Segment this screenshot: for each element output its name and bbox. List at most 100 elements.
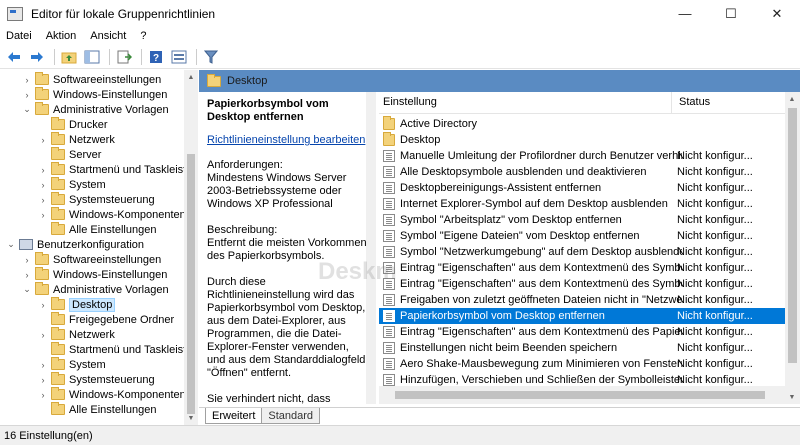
chevron-right-icon[interactable]: › (22, 255, 32, 265)
chevron-right-icon[interactable]: › (22, 90, 32, 100)
menu-help[interactable]: ? (140, 30, 146, 42)
description-scrollbar[interactable] (366, 92, 376, 404)
menu-aktion[interactable]: Aktion (46, 30, 77, 42)
tree-item[interactable]: › Windows-Einstellungen (22, 87, 167, 102)
folder-icon (51, 147, 65, 160)
tree-item[interactable]: ⌄ Administrative Vorlagen (22, 102, 169, 117)
tree-item[interactable]: Startmenü und Taskleiste (38, 342, 192, 357)
policy-row[interactable]: Desktopbereinigungs-Assistent entfernen N… (379, 180, 785, 196)
policy-row[interactable]: Alle Desktopsymbole ausblenden und deakt… (379, 164, 785, 180)
tree-item-label: Administrative Vorlagen (53, 283, 169, 296)
edit-policy-link[interactable]: Richtlinieneinstellung bearbeiten (207, 134, 367, 147)
chevron-right-icon[interactable]: › (38, 390, 48, 400)
chevron-down-icon[interactable]: ⌄ (22, 284, 32, 295)
tree-item[interactable]: Freigegebene Ordner (38, 312, 174, 327)
chevron-right-icon[interactable]: › (38, 165, 48, 175)
horizontal-scrollbar[interactable] (379, 386, 785, 404)
chevron-right-icon[interactable]: › (22, 270, 32, 280)
tree-item[interactable]: ⌄ Administrative Vorlagen (22, 282, 169, 297)
toolbar: ? (0, 45, 800, 69)
policy-row[interactable]: Symbol "Eigene Dateien" vom Desktop entf… (379, 228, 785, 244)
forward-button[interactable] (27, 47, 47, 67)
export-list-button[interactable] (114, 47, 134, 67)
scroll-down-arrow-icon[interactable]: ▼ (184, 411, 198, 425)
chevron-right-icon[interactable]: › (38, 375, 48, 385)
tree-item[interactable]: › Windows-Komponenten (38, 387, 186, 402)
maximize-button[interactable]: ☐ (708, 0, 754, 27)
chevron-right-icon[interactable]: › (38, 195, 48, 205)
setting-status: Nicht konfigur... (677, 150, 753, 162)
chevron-right-icon[interactable]: › (38, 300, 48, 310)
tree-item[interactable]: › Systemsteuerung (38, 192, 155, 207)
tree-scroll-thumb[interactable] (187, 154, 195, 414)
policy-row[interactable]: Internet Explorer-Symbol auf dem Desktop… (379, 196, 785, 212)
close-button[interactable]: ✕ (754, 0, 800, 27)
tree-item[interactable]: › System (38, 357, 106, 372)
tree-item[interactable]: › Softwareeinstellungen (22, 252, 161, 267)
policy-row[interactable]: Eintrag "Eigenschaften" aus dem Kontextm… (379, 276, 785, 292)
chevron-right-icon[interactable]: › (38, 210, 48, 220)
tab-extended[interactable]: Erweitert (205, 408, 263, 424)
tree-item[interactable]: › Windows-Komponenten (38, 207, 186, 222)
properties-button[interactable] (169, 47, 189, 67)
tree-item[interactable]: Server (38, 147, 101, 162)
policy-row[interactable]: Eintrag "Eigenschaften" aus dem Kontextm… (379, 260, 785, 276)
scroll-down-arrow-icon[interactable]: ▼ (785, 390, 799, 404)
horizontal-scroll-thumb[interactable] (395, 391, 765, 399)
tree-item[interactable]: › Windows-Einstellungen (22, 267, 167, 282)
policy-setting-icon (383, 150, 395, 162)
policy-row[interactable]: Aero Shake-Mausbewegung zum Minimieren v… (379, 356, 785, 372)
list-scrollbar[interactable]: ▲ ▼ (785, 92, 800, 404)
scroll-up-arrow-icon[interactable]: ▲ (184, 70, 198, 84)
tree-item[interactable]: › Systemsteuerung (38, 372, 155, 387)
menu-datei[interactable]: Datei (6, 30, 32, 42)
column-divider[interactable] (671, 92, 672, 114)
tree-item[interactable]: Alle Einstellungen (38, 222, 156, 237)
help-button[interactable]: ? (146, 47, 166, 67)
tree-item[interactable]: › Softwareeinstellungen (22, 72, 161, 87)
tree-item[interactable]: ⌄ Benutzerkonfiguration (6, 237, 144, 252)
scroll-up-arrow-icon[interactable]: ▲ (785, 92, 799, 106)
tree-item-label: Windows-Einstellungen (53, 268, 168, 281)
tree-item[interactable]: › Netzwerk (38, 132, 115, 147)
tab-standard[interactable]: Standard (261, 408, 321, 424)
column-header-setting[interactable]: Einstellung (383, 96, 437, 108)
back-button[interactable] (4, 47, 24, 67)
tree-scrollbar[interactable]: ▲ ▼ (184, 70, 198, 425)
policy-row[interactable]: Einstellungen nicht beim Beenden speiche… (379, 340, 785, 356)
tree-item[interactable]: › Netzwerk (38, 327, 115, 342)
policy-row[interactable]: Freigaben von zuletzt geöffneten Dateien… (379, 292, 785, 308)
filter-button[interactable] (201, 47, 221, 67)
tree-item[interactable]: Alle Einstellungen (38, 402, 156, 417)
properties-icon (171, 50, 187, 63)
folder-row[interactable]: Desktop (379, 132, 785, 148)
chevron-right-icon[interactable]: › (38, 330, 48, 340)
setting-status: Nicht konfigur... (677, 374, 753, 386)
minimize-button[interactable]: — (662, 0, 708, 27)
chevron-right-icon[interactable]: › (22, 75, 32, 85)
show-hide-tree-button[interactable] (82, 47, 102, 67)
policy-setting-icon (383, 342, 395, 354)
policy-row[interactable]: Manuelle Umleitung der Profilordner durc… (379, 148, 785, 164)
column-header-status[interactable]: Status (679, 96, 710, 108)
folder-row[interactable]: Active Directory (379, 116, 785, 132)
policy-row[interactable]: Symbol "Arbeitsplatz" vom Desktop entfer… (379, 212, 785, 228)
policy-row[interactable]: Eintrag "Eigenschaften" aus dem Kontextm… (379, 324, 785, 340)
chevron-right-icon[interactable]: › (38, 135, 48, 145)
chevron-right-icon[interactable]: › (38, 180, 48, 190)
tree-item[interactable]: › System (38, 177, 106, 192)
menu-ansicht[interactable]: Ansicht (90, 30, 126, 42)
list-scroll-thumb[interactable] (788, 108, 797, 363)
chevron-down-icon[interactable]: ⌄ (22, 104, 32, 115)
up-folder-button[interactable] (59, 47, 79, 67)
tree-item[interactable]: Drucker (38, 117, 108, 132)
folder-icon (35, 72, 49, 85)
status-bar: 16 Einstellung(en) (0, 425, 800, 445)
tree-item[interactable]: › Startmenü und Taskleiste (38, 162, 192, 177)
chevron-right-icon[interactable]: › (38, 360, 48, 370)
chevron-down-icon[interactable]: ⌄ (6, 239, 16, 250)
title-bar: Editor für lokale Gruppenrichtlinien — ☐… (0, 0, 800, 27)
tree-item[interactable]: › Desktop (38, 297, 116, 312)
policy-row[interactable]: Symbol "Netzwerkumgebung" auf dem Deskto… (379, 244, 785, 260)
policy-row[interactable]: Papierkorbsymbol vom Desktop entfernen Ni… (379, 308, 785, 324)
